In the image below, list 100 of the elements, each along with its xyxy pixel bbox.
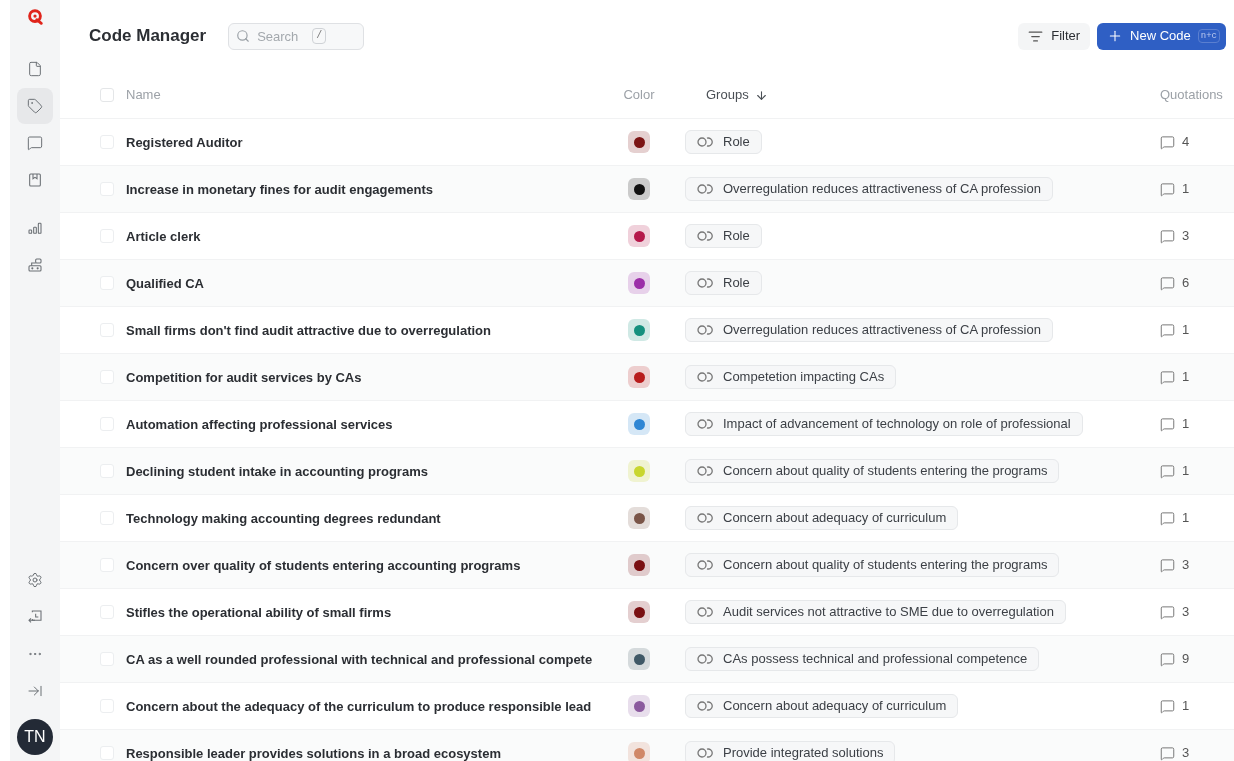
filter-button[interactable]: Filter	[1018, 22, 1091, 50]
color-swatch[interactable]	[628, 178, 650, 200]
group-tag[interactable]: Competetion impacting CAs	[685, 365, 897, 389]
color-swatch[interactable]	[628, 319, 650, 341]
group-tag[interactable]: Role	[685, 271, 762, 295]
color-swatch[interactable]	[628, 554, 650, 576]
link-icon	[697, 607, 715, 617]
link-icon	[697, 231, 715, 241]
table-row[interactable]: Increase in monetary fines for audit engagements Overregulation reduces attractiveness of CA profession 1	[60, 165, 1234, 212]
quotation-count: 1	[1182, 415, 1190, 434]
group-tag[interactable]: Provide integrated solutions	[685, 741, 896, 761]
color-swatch[interactable]	[628, 460, 650, 482]
color-swatch[interactable]	[628, 601, 650, 623]
code-name: Concern about the adequacy of the curriculum to produce responsible lead	[126, 699, 592, 714]
bar-chart-icon	[27, 220, 43, 236]
group-tag[interactable]: Impact of advancement of technology on role of professional	[685, 412, 1083, 436]
table-row[interactable]: Qualified CA Role 6	[60, 259, 1234, 306]
page-title: Code Manager	[89, 25, 207, 48]
code-name: Technology making accounting degrees redundant	[126, 511, 441, 526]
search-icon	[236, 28, 251, 43]
table-row[interactable]: Declining student intake in accounting programs Concern about quality of students entering the programs 1	[60, 447, 1234, 494]
color-swatch[interactable]	[628, 131, 650, 153]
group-tag[interactable]: Concern about quality of students entering the programs	[685, 459, 1060, 483]
user-avatar[interactable]: TN	[17, 719, 53, 755]
code-name: Concern over quality of students entering accounting programs	[126, 558, 521, 573]
code-name: Registered Auditor	[126, 135, 243, 150]
sort-arrow-icon	[754, 88, 768, 102]
new-code-button[interactable]: New Code n+c	[1097, 22, 1226, 50]
quotation-count: 1	[1182, 462, 1190, 481]
quotation-count: 1	[1182, 321, 1190, 340]
link-icon	[697, 701, 715, 711]
color-swatch[interactable]	[628, 272, 650, 294]
quotation-icon	[1160, 510, 1175, 526]
code-name: Qualified CA	[126, 276, 204, 291]
link-icon	[697, 466, 715, 476]
bookmark-icon	[27, 172, 43, 188]
code-name: Stifles the operational ability of small firms	[126, 605, 392, 620]
color-swatch[interactable]	[628, 413, 650, 435]
quotation-count: 1	[1182, 180, 1190, 199]
color-swatch[interactable]	[628, 742, 650, 761]
comment-icon	[27, 135, 43, 151]
quotation-count: 9	[1182, 650, 1190, 669]
settings-icon	[27, 572, 43, 588]
quotation-count: 3	[1182, 744, 1190, 761]
quotation-icon	[1160, 463, 1175, 479]
column-header[interactable]: Groups	[706, 85, 749, 105]
link-icon	[697, 419, 715, 429]
quotation-icon	[1160, 416, 1175, 432]
code-name: Small firms don't find audit attractive due to overregulation	[126, 323, 491, 338]
quotation-count: 1	[1182, 368, 1190, 387]
link-icon	[697, 137, 715, 147]
group-tag[interactable]: Overregulation reduces attractiveness of CA profession	[685, 177, 1053, 201]
tag-icon	[27, 98, 43, 114]
table-row[interactable]: CA as a well rounded professional with technical and professional compete CAs possess technical and professional competence 9	[60, 635, 1234, 682]
table-row[interactable]: Responsible leader provides solutions in a broad ecosystem Provide integrated solutions 3	[60, 729, 1234, 761]
quotation-icon	[1160, 604, 1175, 620]
quotation-icon	[1160, 557, 1175, 573]
color-swatch[interactable]	[628, 366, 650, 388]
link-icon	[697, 278, 715, 288]
color-swatch[interactable]	[628, 225, 650, 247]
group-tag[interactable]: CAs possess technical and professional competence	[685, 647, 1040, 671]
quotation-icon	[1160, 651, 1175, 667]
code-name: Competition for audit services by CAs	[126, 370, 362, 385]
quotation-count: 4	[1182, 133, 1190, 152]
code-name: Increase in monetary fines for audit engagements	[126, 182, 434, 197]
group-tag[interactable]: Audit services not attractive to SME due to overregulation	[685, 600, 1066, 624]
code-name: Declining student intake in accounting programs	[126, 464, 428, 479]
group-tag[interactable]: Overregulation reduces attractiveness of CA profession	[685, 318, 1053, 342]
quotation-icon	[1160, 228, 1175, 244]
quotation-icon	[1160, 181, 1175, 197]
sidebar-item[interactable]	[17, 88, 53, 124]
link-icon	[697, 513, 715, 523]
code-name: Article clerk	[126, 229, 201, 244]
collapse-icon	[27, 683, 43, 699]
code-name: Automation affecting professional services	[126, 417, 393, 432]
color-swatch[interactable]	[628, 648, 650, 670]
table-row[interactable]: Competition for audit services by CAs Competetion impacting CAs 1	[60, 353, 1234, 400]
group-tag[interactable]: Concern about adequacy of curriculum	[685, 506, 959, 530]
group-tag[interactable]: Role	[685, 130, 762, 154]
quotation-count: 1	[1182, 509, 1190, 528]
link-icon	[697, 184, 715, 194]
link-icon	[697, 325, 715, 335]
network-icon	[27, 257, 43, 273]
quotation-icon	[1160, 369, 1175, 385]
group-tag[interactable]: Concern about quality of students entering the programs	[685, 553, 1060, 577]
shortcut-key: /	[312, 27, 327, 44]
table-row[interactable]: Concern over quality of students entering accounting programs Concern about quality of students entering the programs 3	[60, 541, 1234, 588]
color-swatch[interactable]	[628, 695, 650, 717]
quotation-count: 3	[1182, 556, 1190, 575]
select-all-checkbox[interactable]	[100, 88, 114, 102]
file-icon	[27, 61, 43, 77]
quotation-icon	[1160, 322, 1175, 338]
shortcut-key: n+c	[1197, 29, 1220, 43]
link-icon	[697, 560, 715, 570]
group-tag[interactable]: Role	[685, 224, 762, 248]
color-swatch[interactable]	[628, 507, 650, 529]
group-tag[interactable]: Concern about adequacy of curriculum	[685, 694, 959, 718]
link-icon	[697, 372, 715, 382]
link-icon	[697, 654, 715, 664]
quotation-icon	[1160, 745, 1175, 761]
